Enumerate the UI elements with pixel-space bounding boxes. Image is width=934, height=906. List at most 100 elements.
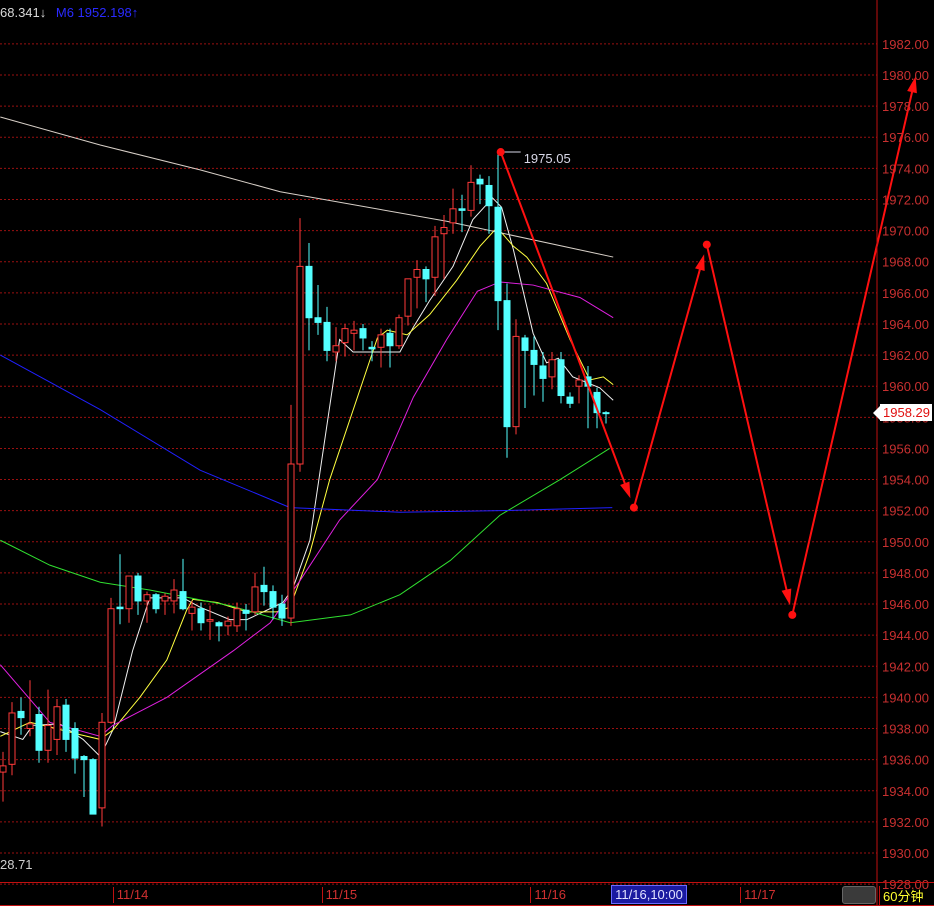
candle-body (449, 208, 457, 224)
candle-body (170, 589, 178, 602)
price-tick-label: 1960.00 (882, 379, 929, 394)
candle-body (575, 379, 583, 387)
candle-body (440, 226, 448, 235)
candle-body (260, 584, 268, 593)
candle-down (62, 698, 70, 752)
candle-up (296, 218, 304, 472)
candle-down (386, 328, 394, 368)
candle-body (98, 721, 106, 809)
candle-body (467, 181, 475, 211)
arrowhead-icon (781, 588, 792, 606)
price-tick-label: 1982.00 (882, 37, 929, 52)
candle-down (89, 758, 97, 815)
candle-up (377, 328, 385, 368)
ma-blue-line (0, 354, 613, 513)
ma-value: 68.341↓ (0, 5, 47, 20)
candle-body (359, 328, 367, 339)
candle-body (152, 594, 160, 610)
candle-up (440, 215, 448, 279)
price-tick-label: 1940.00 (882, 690, 929, 705)
candle-up (467, 165, 475, 217)
candle-down (494, 152, 502, 331)
forecast-segment (499, 151, 628, 490)
forecast-point (496, 148, 505, 157)
arrowhead-icon (620, 481, 631, 499)
candle-body (503, 300, 511, 428)
price-gridlines (0, 43, 877, 885)
price-tick-label: 1954.00 (882, 473, 929, 488)
candle-up (287, 404, 295, 626)
forecast-point (702, 240, 711, 249)
price-tick-label: 1964.00 (882, 317, 929, 332)
candle-down (179, 558, 187, 611)
price-tick-label: 1956.00 (882, 441, 929, 456)
candle-down (35, 706, 43, 763)
candle-body (242, 609, 250, 614)
candle-body (287, 463, 295, 619)
candle-body (125, 575, 133, 610)
candle-up (107, 597, 115, 724)
candle-body (341, 328, 349, 344)
candle-down (458, 194, 466, 233)
candle-down (584, 365, 592, 429)
price-tick-label: 1962.00 (882, 348, 929, 363)
price-tick-label: 1966.00 (882, 286, 929, 301)
candle-up (98, 712, 106, 827)
candle-body (566, 396, 574, 404)
price-tick-label: 1932.00 (882, 815, 929, 830)
candle-body (17, 710, 25, 719)
candle-down (215, 621, 223, 642)
candle-body (323, 321, 331, 351)
candle-down (566, 392, 574, 408)
candle-body (233, 608, 241, 627)
forecast-point (629, 503, 638, 512)
candle-up (44, 689, 52, 763)
candlestick-chart: 1930.00 1932.00 1934.00 1936.00 1938.00 1940.… (0, 0, 929, 906)
period-toggle-button[interactable] (842, 886, 876, 904)
price-tick-label: 1934.00 (882, 784, 929, 799)
price-tick-label: 1948.00 (882, 566, 929, 581)
price-tick-label: 1938.00 (882, 722, 929, 737)
candle-body (512, 335, 520, 428)
candle-down (134, 572, 142, 615)
candle-up (413, 260, 421, 309)
candle-up (404, 278, 412, 326)
candle-down (368, 341, 376, 362)
candle-down (17, 697, 25, 735)
candle-down (503, 283, 511, 458)
candle-body (107, 608, 115, 723)
candle-down (521, 334, 529, 408)
forecast-segment (705, 244, 789, 596)
candle-body (530, 349, 538, 365)
time-tick-label: 11/15 (321, 887, 357, 903)
candle-up (431, 225, 439, 296)
time-tick-label: 11/14 (112, 887, 148, 903)
candle-up (449, 188, 457, 234)
candle-body (548, 359, 556, 378)
candle-body (116, 606, 124, 610)
candle-down (359, 323, 367, 351)
candle-body (602, 412, 610, 415)
price-tick-label: 1950.00 (882, 535, 929, 550)
candle-body (413, 269, 421, 278)
candle-body (71, 728, 79, 759)
period-label[interactable]: 60分钟 (879, 886, 923, 905)
candle-up (512, 319, 520, 435)
candle-body (53, 706, 61, 740)
candle-up (26, 680, 34, 737)
price-tick-label: 1970.00 (882, 224, 929, 239)
last-price-tag: 1958.29 (873, 404, 932, 421)
time-tick-label: 11/16 (530, 887, 566, 903)
candle-body (35, 714, 43, 751)
candle-body (395, 317, 403, 347)
candle-body (314, 317, 322, 323)
candle-down (269, 585, 277, 620)
candle-body (206, 619, 214, 622)
candle-up (332, 327, 340, 362)
m6-value: M6 1952.198↑ (55, 5, 139, 20)
price-tick-label: 1930.00 (882, 846, 929, 861)
candle-body (557, 359, 565, 397)
candles (0, 152, 610, 827)
candle-body (62, 704, 70, 740)
candle-body (332, 345, 340, 353)
